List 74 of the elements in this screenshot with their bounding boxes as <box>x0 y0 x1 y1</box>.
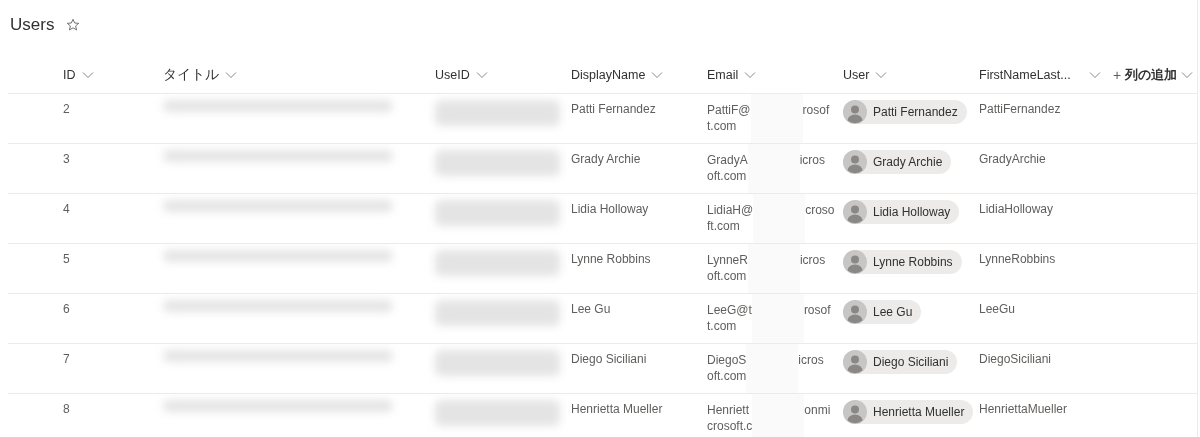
table-cell-text: Lynne Robbins <box>571 251 651 266</box>
email-text: ft.com <box>707 218 740 234</box>
table-cell-text: LeeGu <box>979 301 1016 316</box>
person-chip[interactable]: Lidia Holloway <box>843 200 960 224</box>
avatar-icon <box>843 350 867 374</box>
table-cell-text: DiegoSiciliani <box>979 351 1052 366</box>
chevron-down-icon <box>651 71 664 79</box>
person-chip[interactable]: Grady Archie <box>843 150 952 174</box>
table-cell-text: HenriettaMueller <box>979 401 1068 416</box>
column-header[interactable]: ID <box>63 68 163 82</box>
table-cell-text: Lidia Holloway <box>571 201 649 216</box>
email-text: croso <box>805 202 835 218</box>
chevron-down-icon <box>875 71 888 79</box>
avatar-icon <box>843 200 867 224</box>
chevron-down-icon <box>225 71 237 79</box>
column-header[interactable]: DisplayName <box>571 68 707 82</box>
person-chip[interactable]: Lee Gu <box>843 300 922 324</box>
email-text: oft.com <box>707 168 747 184</box>
email-text: LeeG@t <box>707 302 752 318</box>
avatar-icon <box>843 300 867 324</box>
avatar-icon <box>843 400 867 424</box>
email-text: Henriett <box>707 402 750 418</box>
table-cell-text: Henrietta Mueller <box>571 401 663 416</box>
table-cell-text: Patti Fernandez <box>571 101 656 116</box>
person-chip[interactable]: Diego Siciliani <box>843 350 958 374</box>
favorite-star-icon[interactable] <box>66 18 81 32</box>
table-cell-text: 7 <box>63 351 70 366</box>
chevron-down-icon <box>475 71 488 79</box>
table-cell-text: 5 <box>63 251 70 266</box>
avatar-icon <box>843 100 867 124</box>
table-cell-text: GradyArchie <box>979 151 1046 166</box>
email-text: icros <box>799 152 826 168</box>
chevron-down-icon <box>81 71 94 79</box>
table-cell-text: PattiFernandez <box>979 101 1061 116</box>
person-chip[interactable]: Patti Fernandez <box>843 100 967 124</box>
email-text: crosoft.c <box>707 418 753 434</box>
add-column-button[interactable]: + 列の追加 <box>1113 66 1197 84</box>
table-cell-text: 6 <box>63 301 70 316</box>
table-cell-text: 8 <box>63 401 70 416</box>
table-cell-text: Lee Gu <box>571 301 611 316</box>
table-cell-text: 2 <box>63 101 70 116</box>
email-text: LidiaH@ <box>707 202 754 218</box>
column-header[interactable]: User <box>843 68 979 82</box>
column-header[interactable]: Email <box>707 68 843 82</box>
email-text: rosof <box>802 102 830 118</box>
chevron-down-icon <box>744 71 757 79</box>
email-text: onmi <box>804 402 831 418</box>
email-text: DiegoS <box>707 352 747 368</box>
person-chip[interactable]: Lynne Robbins <box>843 250 962 274</box>
table-cell-text: 4 <box>63 201 70 216</box>
column-header[interactable]: タイトル <box>163 66 435 84</box>
table-cell-text: Diego Siciliani <box>571 351 647 366</box>
avatar-icon <box>843 150 867 174</box>
email-text: GradyA <box>707 152 748 168</box>
chevron-down-icon <box>1181 71 1194 79</box>
email-text: oft.com <box>707 268 747 284</box>
email-text: rosof <box>803 302 831 318</box>
email-text: LynneR <box>707 252 748 268</box>
email-text: oft.com <box>707 368 747 384</box>
list-title: Users <box>10 15 55 35</box>
table-cell-text: LidiaHolloway <box>979 201 1054 216</box>
column-header[interactable]: FirstNameLast... <box>979 68 1113 82</box>
chevron-down-icon <box>1089 71 1101 79</box>
email-text: icros <box>799 252 826 268</box>
table-cell-text: LynneRobbins <box>979 251 1056 266</box>
email-text: t.com <box>707 118 737 134</box>
email-text: icros <box>798 352 824 368</box>
avatar-icon <box>843 250 867 274</box>
email-text: t.com <box>707 318 737 334</box>
person-chip[interactable]: Henrietta Mueller <box>843 400 974 424</box>
table-cell-text: 3 <box>63 151 70 166</box>
email-text: PattiF@ <box>707 102 751 118</box>
table-cell-text: Grady Archie <box>571 151 641 166</box>
column-header[interactable]: UseID <box>435 68 571 82</box>
